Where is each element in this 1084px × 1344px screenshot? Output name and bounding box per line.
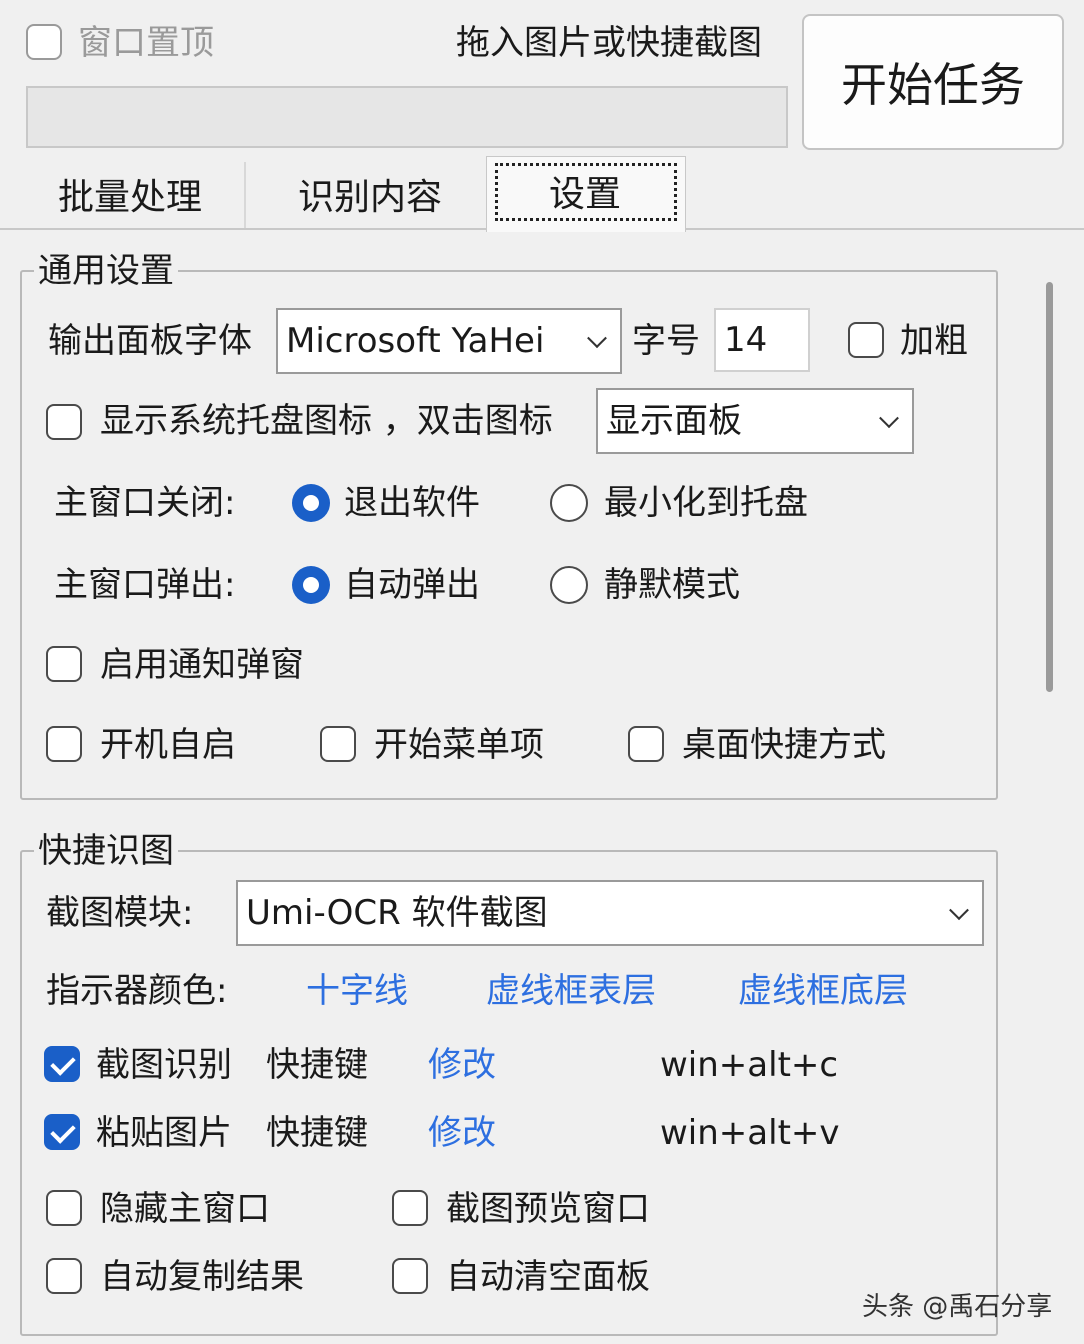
notify-label: 启用通知弹窗 xyxy=(100,645,304,685)
chevron-down-icon xyxy=(587,328,607,349)
paste-image-checkbox[interactable] xyxy=(44,1114,80,1150)
hide-main-window-checkbox[interactable] xyxy=(46,1190,82,1226)
popup-silent-radio[interactable] xyxy=(550,566,588,604)
bold-label: 加粗 xyxy=(900,321,968,361)
font-label: 输出面板字体 xyxy=(48,321,252,361)
popup-auto-radio[interactable] xyxy=(292,566,330,604)
main-close-label: 主窗口关闭: xyxy=(54,483,236,523)
close-exit-label: 退出软件 xyxy=(344,483,480,523)
auto-clear-label: 自动清空面板 xyxy=(446,1257,650,1297)
popup-silent-label: 静默模式 xyxy=(604,565,740,605)
drop-hint: 拖入图片或快捷截图 xyxy=(456,23,762,63)
tab-settings[interactable]: 设置 xyxy=(486,156,686,232)
paste-image-label: 粘贴图片 xyxy=(96,1113,232,1153)
tab-batch-label: 批量处理 xyxy=(58,177,203,218)
paste-image-hotkey-label: 快捷键 xyxy=(266,1113,368,1153)
font-size-input[interactable]: 14 xyxy=(714,308,810,372)
pin-window-checkbox[interactable] xyxy=(26,24,62,60)
paste-image-hotkey-value: win+alt+v xyxy=(660,1113,840,1153)
desktop-shortcut-label: 桌面快捷方式 xyxy=(682,725,886,765)
bold-checkbox[interactable] xyxy=(848,322,884,358)
screenshot-ocr-checkbox[interactable] xyxy=(44,1046,80,1082)
main-popup-label: 主窗口弹出: xyxy=(54,565,236,605)
screenshot-preview-checkbox[interactable] xyxy=(392,1190,428,1226)
font-select-value: Microsoft YaHei xyxy=(286,321,545,361)
screenshot-ocr-label: 截图识别 xyxy=(96,1045,232,1085)
tray-icon-checkbox[interactable] xyxy=(46,404,82,440)
scrollbar-thumb[interactable] xyxy=(1046,282,1053,692)
progress-bar xyxy=(26,86,788,148)
font-size-value: 14 xyxy=(724,320,768,360)
tray-icon-label: 显示系统托盘图标 ，双击图标 xyxy=(100,401,553,441)
notify-checkbox[interactable] xyxy=(46,646,82,682)
indicator-crosshair-link[interactable]: 十字线 xyxy=(306,974,408,1008)
autostart-checkbox[interactable] xyxy=(46,726,82,762)
close-exit-radio[interactable] xyxy=(292,484,330,522)
tab-batch[interactable]: 批量处理 xyxy=(10,162,246,228)
start-menu-checkbox[interactable] xyxy=(320,726,356,762)
screenshot-module-select[interactable]: Umi-OCR 软件截图 xyxy=(236,880,984,946)
chevron-down-icon xyxy=(879,408,899,429)
start-task-label: 开始任务 xyxy=(841,58,1025,112)
auto-copy-label: 自动复制结果 xyxy=(100,1257,304,1297)
screenshot-module-value: Umi-OCR 软件截图 xyxy=(246,893,548,933)
quick-ocr-title: 快捷识图 xyxy=(34,834,178,868)
screenshot-ocr-hotkey-label: 快捷键 xyxy=(266,1045,368,1085)
indicator-dashed-bottom-link[interactable]: 虚线框底层 xyxy=(738,974,908,1008)
tab-settings-label: 设置 xyxy=(549,174,622,215)
indicator-color-label: 指示器颜色: xyxy=(46,971,228,1011)
font-select[interactable]: Microsoft YaHei xyxy=(276,308,622,374)
tray-action-select[interactable]: 显示面板 xyxy=(596,388,914,454)
start-menu-label: 开始菜单项 xyxy=(374,725,544,765)
tab-recognize-label: 识别内容 xyxy=(298,177,443,218)
watermark: 头条 @禹石分享 xyxy=(862,1292,1053,1322)
font-size-label: 字号 xyxy=(632,321,700,361)
general-settings-title: 通用设置 xyxy=(34,254,178,288)
autostart-label: 开机自启 xyxy=(100,725,236,765)
auto-clear-checkbox[interactable] xyxy=(392,1258,428,1294)
tab-recognize[interactable]: 识别内容 xyxy=(248,162,484,228)
hide-main-window-label: 隐藏主窗口 xyxy=(100,1189,270,1229)
screenshot-ocr-edit-link[interactable]: 修改 xyxy=(428,1048,496,1082)
chevron-down-icon xyxy=(949,900,969,921)
pin-window-label: 窗口置顶 xyxy=(78,23,214,63)
screenshot-ocr-hotkey-value: win+alt+c xyxy=(660,1045,839,1085)
popup-auto-label: 自动弹出 xyxy=(344,565,480,605)
desktop-shortcut-checkbox[interactable] xyxy=(628,726,664,762)
close-minimize-label: 最小化到托盘 xyxy=(604,483,808,523)
screenshot-preview-label: 截图预览窗口 xyxy=(446,1189,650,1229)
paste-image-edit-link[interactable]: 修改 xyxy=(428,1116,496,1150)
screenshot-module-label: 截图模块: xyxy=(46,893,194,933)
indicator-dashed-top-link[interactable]: 虚线框表层 xyxy=(486,974,656,1008)
start-task-button[interactable]: 开始任务 xyxy=(802,14,1064,150)
close-minimize-radio[interactable] xyxy=(550,484,588,522)
auto-copy-checkbox[interactable] xyxy=(46,1258,82,1294)
tray-action-value: 显示面板 xyxy=(606,401,742,441)
